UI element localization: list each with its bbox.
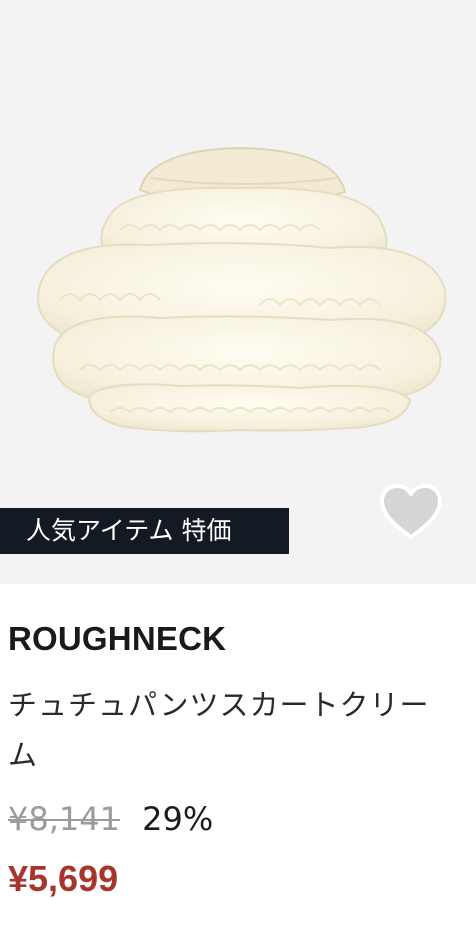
original-price: ¥8,141 [8,800,120,838]
product-card[interactable]: 人気アイテム 特価 ROUGHNECK チュチュパンツスカートクリーム ¥8,1… [0,0,476,931]
product-image-area[interactable]: 人気アイテム 特価 [0,0,476,584]
discount-rate: 29% [142,800,214,838]
price-row: ¥8,141 29% [8,800,213,838]
heart-icon[interactable] [380,484,442,540]
brand-name[interactable]: ROUGHNECK [8,620,226,658]
promo-badge: 人気アイテム 特価 [0,508,289,554]
product-name[interactable]: チュチュパンツスカートクリーム [8,680,458,780]
sale-price: ¥5,699 [8,858,119,899]
